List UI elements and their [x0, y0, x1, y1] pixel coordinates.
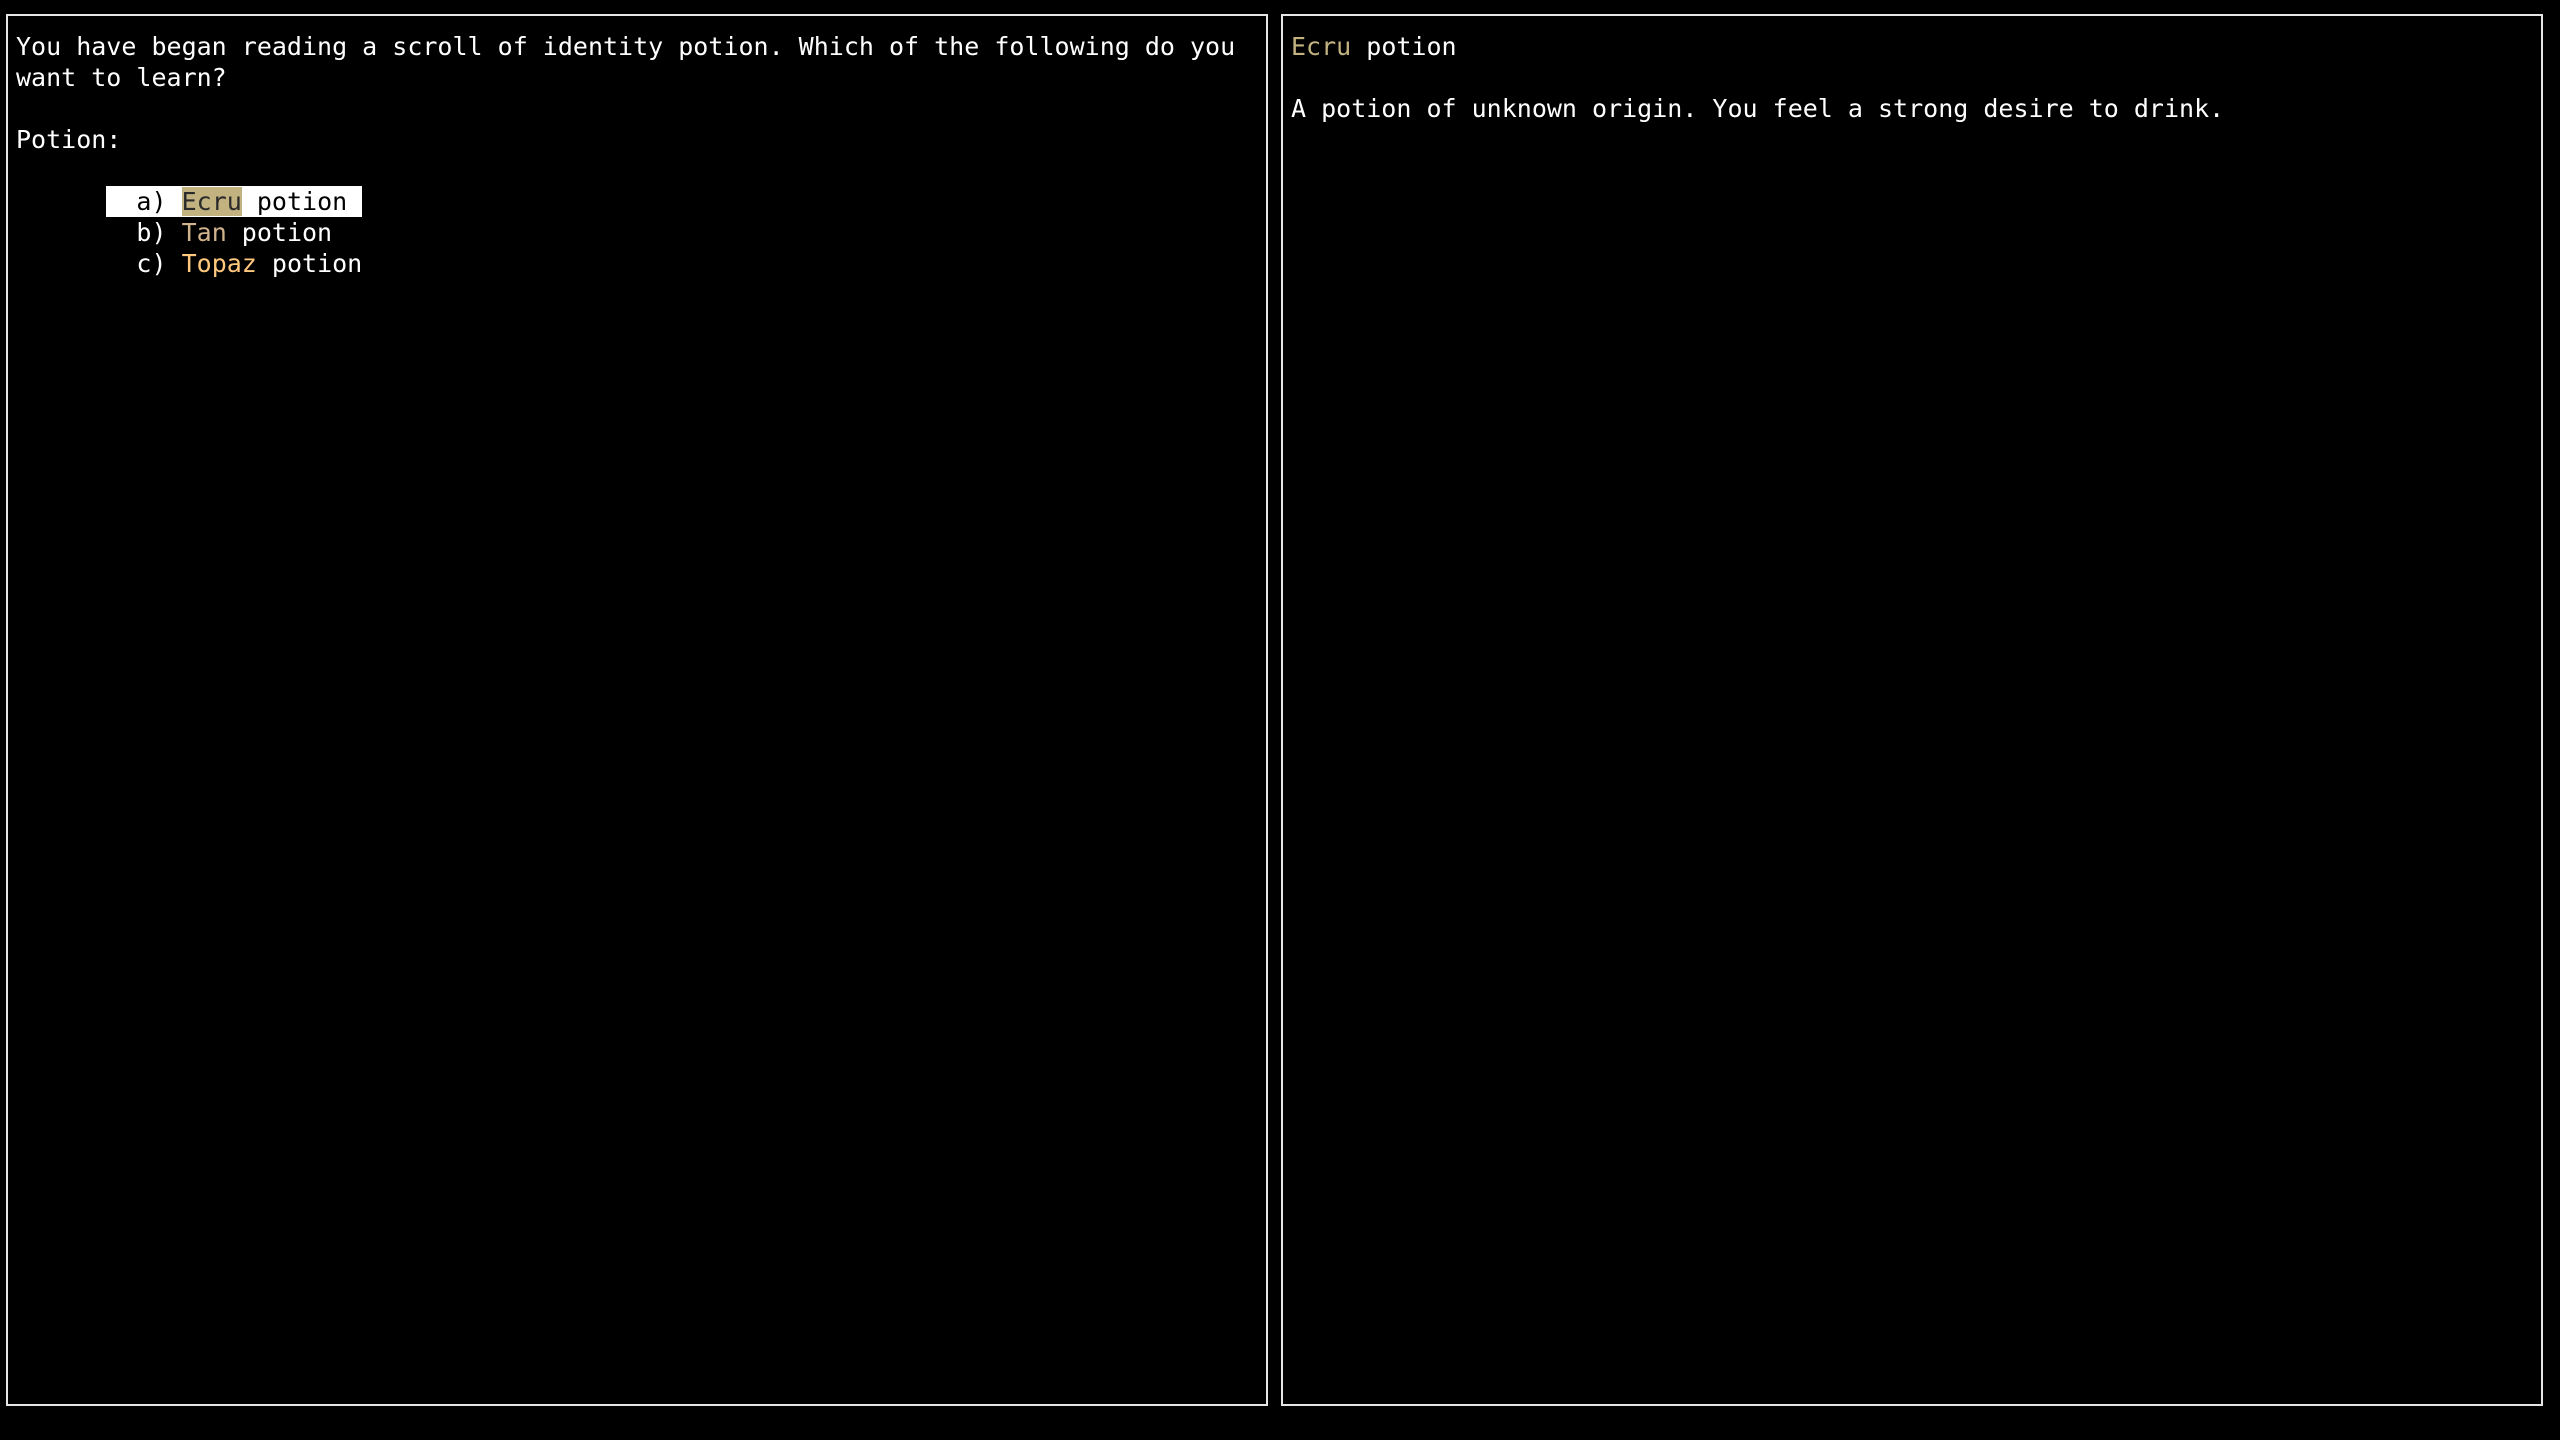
prompt-text-line-2: want to learn?: [16, 63, 227, 92]
menu-item-key: a): [136, 187, 167, 216]
item-title-color-word: Ecru: [1291, 32, 1352, 61]
menu-item-color-word: Tan: [181, 218, 227, 247]
menu-item-color-word: Topaz: [181, 249, 257, 278]
menu-item-row[interactable]: a) Ecru potion: [106, 186, 363, 217]
menu-item-key: b): [136, 218, 167, 247]
item-title: Ecru potion: [1291, 31, 2533, 62]
identify-menu-content: You have began reading a scroll of ident…: [16, 31, 1258, 278]
menu-item-ecru-potion[interactable]: a) Ecru potion: [16, 155, 1258, 217]
item-description-content: Ecru potion A potion of unknown origin. …: [1291, 31, 2533, 124]
menu-item-suffix: potion: [256, 249, 363, 278]
menu-item-suffix: potion: [241, 187, 348, 216]
identify-menu-panel: You have began reading a scroll of ident…: [6, 14, 1268, 1406]
menu-item-key: c): [136, 249, 167, 278]
section-label-potion: Potion:: [16, 125, 122, 154]
item-title-suffix: potion: [1351, 32, 1457, 61]
menu-item-row[interactable]: c) Topaz potion: [106, 248, 362, 279]
menu-item-row[interactable]: b) Tan potion: [106, 217, 332, 248]
menu-item-suffix: potion: [226, 218, 333, 247]
prompt-text-line-1: You have began reading a scroll of ident…: [16, 32, 1236, 61]
menu-item-color-word: Ecru: [181, 187, 242, 216]
item-description: A potion of unknown origin. You feel a s…: [1291, 94, 2225, 123]
item-description-panel: Ecru potion A potion of unknown origin. …: [1281, 14, 2543, 1406]
